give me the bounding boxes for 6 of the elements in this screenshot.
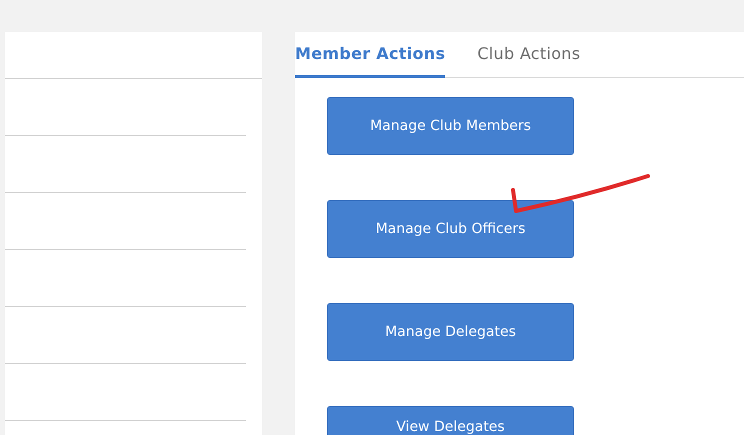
tab[interactable]: Member Actions (295, 32, 446, 78)
tab[interactable]: Club Actions (477, 32, 580, 78)
action-button[interactable]: Manage Delegates (327, 303, 574, 361)
action-button[interactable]: Manage Club Officers (327, 200, 574, 258)
action-button[interactable]: Manage Club Members (327, 97, 574, 155)
action-button[interactable]: View Delegates (327, 406, 574, 435)
